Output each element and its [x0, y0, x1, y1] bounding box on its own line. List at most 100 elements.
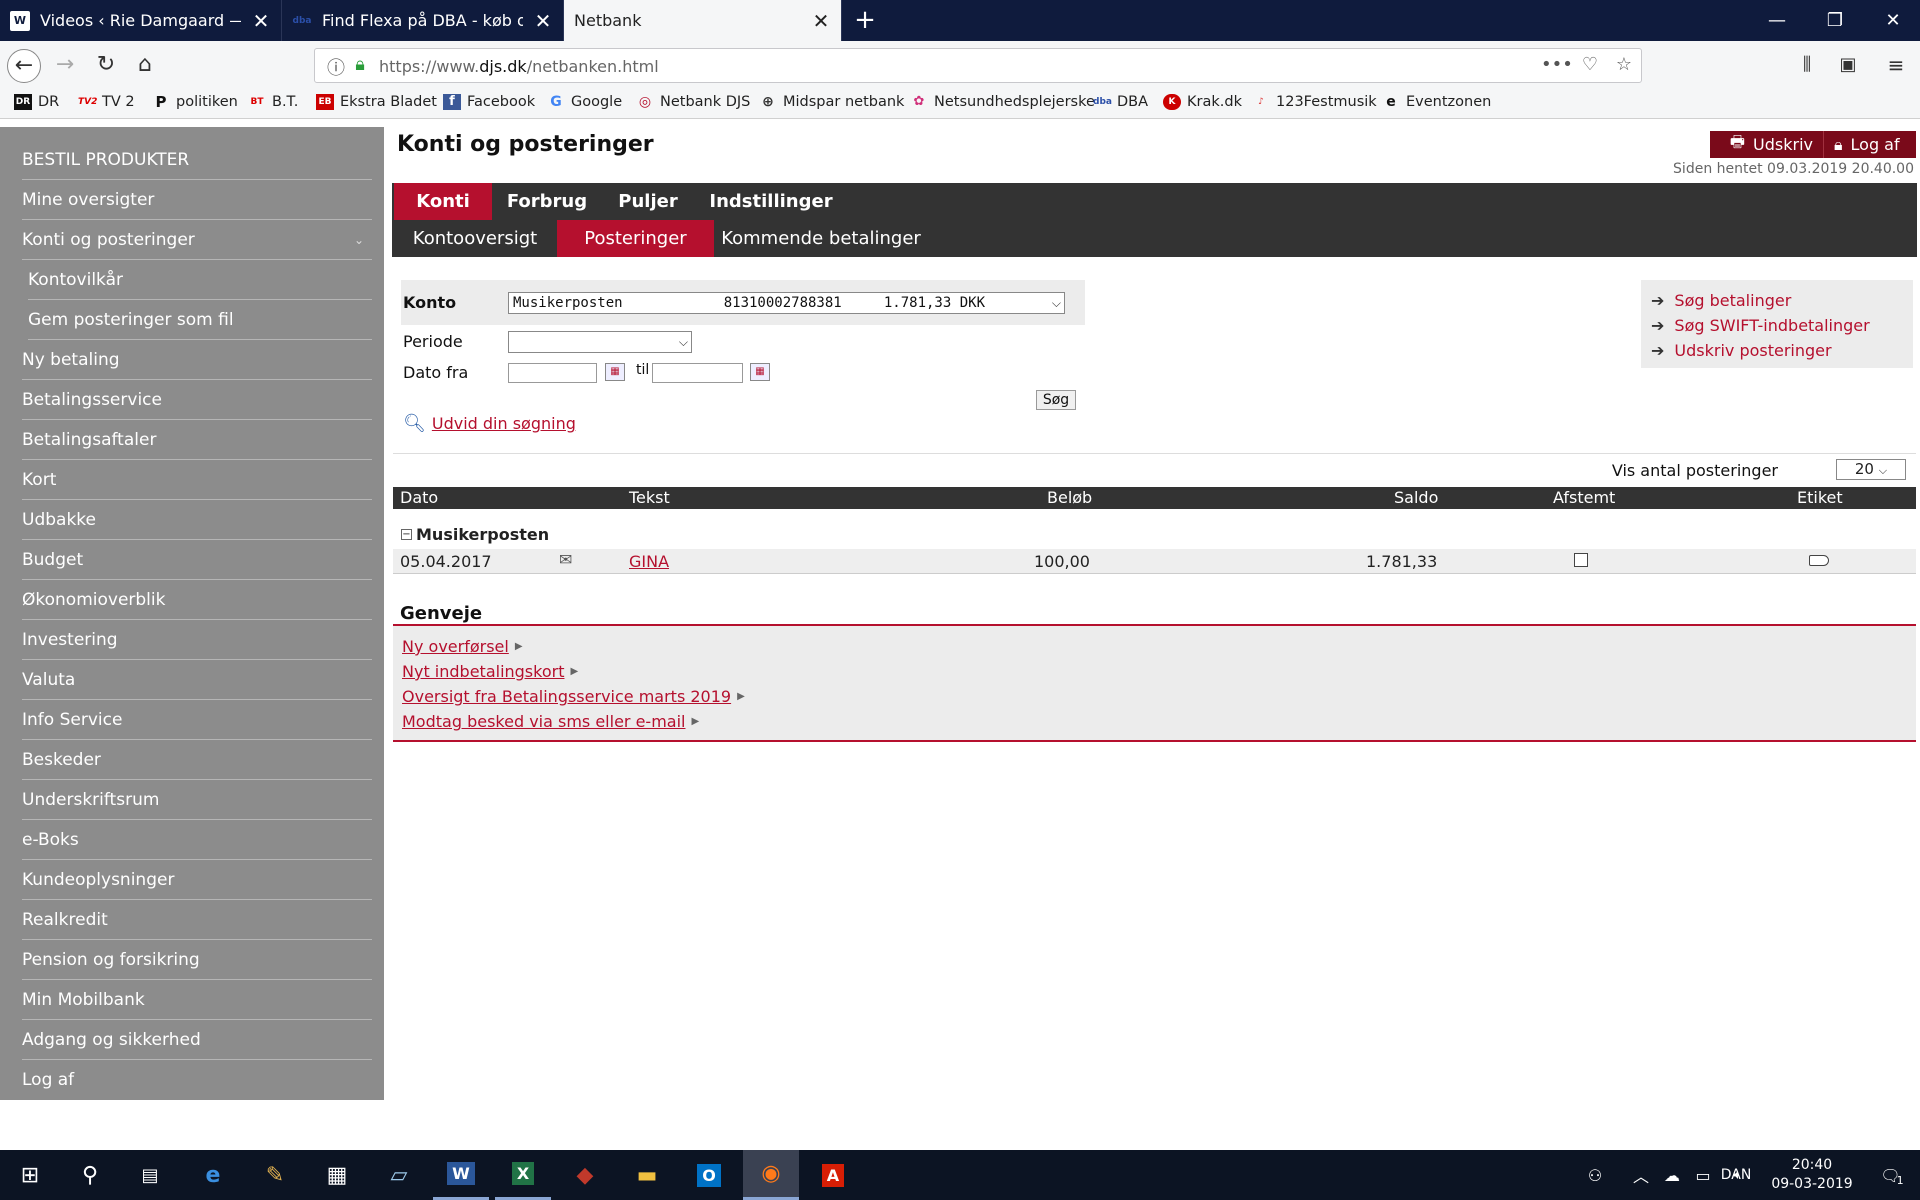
bookmark-item[interactable]: K Krak.dk: [1163, 94, 1242, 110]
sidebar-item-udbakke[interactable]: Udbakke: [22, 500, 372, 540]
bookmark-item[interactable]: TV2 TV 2: [78, 94, 135, 110]
sidebar-item-log-af[interactable]: Log af: [22, 1060, 372, 1100]
sidebar-item-bestil-produkter[interactable]: BESTIL PRODUKTER: [22, 140, 372, 180]
language-indicator[interactable]: DAN: [1716, 1150, 1756, 1200]
envelope-icon[interactable]: ✉: [559, 550, 572, 569]
shortcut-ny-overfoersel[interactable]: Ny overførsel: [402, 637, 509, 656]
sidebar-item-realkredit[interactable]: Realkredit: [22, 900, 372, 940]
bookmark-item[interactable]: BT B.T.: [248, 94, 299, 110]
column-header-saldo[interactable]: Saldo: [1394, 488, 1438, 507]
dato-fra-input[interactable]: [508, 363, 597, 383]
people-icon[interactable]: ⚇: [1580, 1150, 1610, 1200]
print-button[interactable]: 🖶︎ Udskriv: [1710, 131, 1824, 158]
konto-select[interactable]: Musikerposten 81310002788381 1.781,33 DK…: [508, 292, 1065, 314]
tab-indstillinger[interactable]: Indstillinger: [694, 183, 848, 220]
info-icon[interactable]: ⓘ: [323, 54, 349, 80]
column-header-beloeb[interactable]: Beløb: [1047, 488, 1092, 507]
close-window-icon[interactable]: ✕: [1864, 0, 1920, 41]
bookmark-item[interactable]: dba DBA: [1093, 94, 1148, 110]
sidebar-item-adgang-og-sikkerhed[interactable]: Adgang og sikkerhed: [22, 1020, 372, 1060]
onedrive-icon[interactable]: ☁: [1657, 1150, 1687, 1200]
sidebar-item-valuta[interactable]: Valuta: [22, 660, 372, 700]
calendar-icon[interactable]: ▦: [605, 363, 625, 381]
lock-icon[interactable]: 🔒︎: [347, 54, 373, 75]
tab-kommende-betalinger[interactable]: Kommende betalinger: [715, 220, 927, 257]
bookmark-item[interactable]: Ppolitiken: [152, 94, 238, 110]
sidebar-item-kort[interactable]: Kort: [22, 460, 372, 500]
sidebar-item-konti-og-posteringer[interactable]: Konti og posteringer ⌄: [22, 220, 372, 260]
sidebar-item-budget[interactable]: Budget: [22, 540, 372, 580]
column-header-tekst[interactable]: Tekst: [629, 488, 670, 507]
close-tab-icon[interactable]: ✕: [533, 9, 553, 33]
network-icon[interactable]: ▭: [1688, 1150, 1718, 1200]
bookmark-star-icon[interactable]: ☆: [1611, 54, 1637, 75]
browser-tab[interactable]: dba Find Flexa på DBA - køb og sal ✕: [282, 0, 564, 41]
sidebar-toggle-icon[interactable]: ▣: [1831, 49, 1865, 83]
column-header-dato[interactable]: Dato: [400, 488, 438, 507]
tab-konti[interactable]: Konti: [394, 183, 492, 220]
acrobat-icon[interactable]: A: [805, 1150, 861, 1200]
tab-puljer[interactable]: Puljer: [602, 183, 694, 220]
show-count-select[interactable]: 20 ⌵: [1836, 459, 1906, 480]
row-text-link[interactable]: GINA: [629, 552, 669, 571]
sidebar-item-e-boks[interactable]: e-Boks: [22, 820, 372, 860]
more-icon[interactable]: •••: [1541, 54, 1573, 75]
sidebar-item-pension[interactable]: Pension og forsikring: [22, 940, 372, 980]
sidebar-item-investering[interactable]: Investering: [22, 620, 372, 660]
bookmark-item[interactable]: ⊕ Midspar netbank: [759, 94, 904, 110]
search-payments-link[interactable]: ➔ Søg betalinger: [1641, 288, 1913, 313]
bookmark-item[interactable]: ♪ 123Festmusik: [1252, 94, 1377, 110]
search-button[interactable]: Søg: [1036, 390, 1076, 410]
tab-forbrug[interactable]: Forbrug: [492, 183, 602, 220]
new-tab-icon[interactable]: +: [850, 4, 880, 36]
sidebar-item-min-mobilbank[interactable]: Min Mobilbank: [22, 980, 372, 1020]
sidebar-item-betalingsservice[interactable]: Betalingsservice: [22, 380, 372, 420]
sidebar-item-underskriftsrum[interactable]: Underskriftsrum: [22, 780, 372, 820]
calendar-icon[interactable]: ▦: [750, 363, 770, 381]
menu-icon[interactable]: ≡: [1879, 49, 1913, 83]
notification-icon[interactable]: 🗨︎ 1: [1870, 1150, 1914, 1200]
periode-select[interactable]: ⌵: [508, 331, 692, 353]
word-icon[interactable]: W: [433, 1150, 489, 1200]
collapse-icon[interactable]: −: [401, 529, 412, 540]
browser-tab-active[interactable]: Netbank ✕: [564, 0, 842, 41]
minimize-icon[interactable]: —: [1748, 0, 1806, 41]
browser-tab[interactable]: W Videos ‹ Rie Damgaard — Wor ✕: [0, 0, 282, 41]
address-bar[interactable]: ⓘ 🔒︎ https://www.djs.dk/netbanken.html •…: [314, 48, 1642, 83]
shortcut-oversigt-betalingsservice[interactable]: Oversigt fra Betalingsservice marts 2019: [402, 687, 731, 706]
sidebar-item-kontovilkaar[interactable]: Kontovilkår: [28, 260, 372, 300]
edge-icon[interactable]: e: [185, 1150, 241, 1200]
bookmark-item[interactable]: ◎ Netbank DJS: [636, 94, 751, 110]
restore-icon[interactable]: ❐: [1806, 0, 1864, 41]
expand-search-link[interactable]: Udvid din søgning: [432, 414, 576, 433]
bookmark-item[interactable]: e Eventzonen: [1382, 94, 1491, 110]
reconciled-checkbox[interactable]: [1574, 553, 1588, 567]
sidebar-item-oekonomioverblik[interactable]: Økonomioverblik: [22, 580, 372, 620]
clock[interactable]: 20:40 09-03-2019: [1762, 1150, 1862, 1200]
task-view-icon[interactable]: ▤: [122, 1150, 178, 1200]
reload-icon[interactable]: ↻: [89, 49, 123, 83]
paint-icon[interactable]: ✎: [247, 1150, 303, 1200]
home-icon[interactable]: ⌂: [128, 49, 162, 83]
print-postings-link[interactable]: ➔ Udskriv posteringer: [1641, 338, 1913, 363]
file-explorer-icon[interactable]: ▬: [619, 1150, 675, 1200]
bookmark-item[interactable]: DR DR: [14, 94, 59, 110]
sidebar-item-beskeder[interactable]: Beskeder: [22, 740, 372, 780]
back-icon[interactable]: ←: [7, 49, 41, 83]
sidebar-item-info-service[interactable]: Info Service: [22, 700, 372, 740]
firefox-icon[interactable]: ◉: [743, 1150, 799, 1200]
logout-button[interactable]: 🔒︎ Log af: [1824, 131, 1916, 158]
label-tag-icon[interactable]: [1809, 555, 1829, 566]
bookmark-item[interactable]: ✿ Netsundhedsplejerske: [910, 94, 1095, 110]
excel-icon[interactable]: X: [495, 1150, 551, 1200]
tab-posteringer[interactable]: Posteringer: [557, 220, 714, 257]
sidebar-item-betalingsaftaler[interactable]: Betalingsaftaler: [22, 420, 372, 460]
sidebar-item-kundeoplysninger[interactable]: Kundeoplysninger: [22, 860, 372, 900]
column-header-afstemt[interactable]: Afstemt: [1553, 488, 1615, 507]
sidebar-item-gem-posteringer[interactable]: Gem posteringer som fil: [28, 300, 372, 340]
close-tab-icon[interactable]: ✕: [811, 9, 831, 33]
shortcut-nyt-indbetalingskort[interactable]: Nyt indbetalingskort: [402, 662, 564, 681]
search-swift-link[interactable]: ➔ Søg SWIFT-indbetalinger: [1641, 313, 1913, 338]
close-tab-icon[interactable]: ✕: [251, 9, 271, 33]
windows-start-icon[interactable]: ⊞: [2, 1150, 58, 1200]
